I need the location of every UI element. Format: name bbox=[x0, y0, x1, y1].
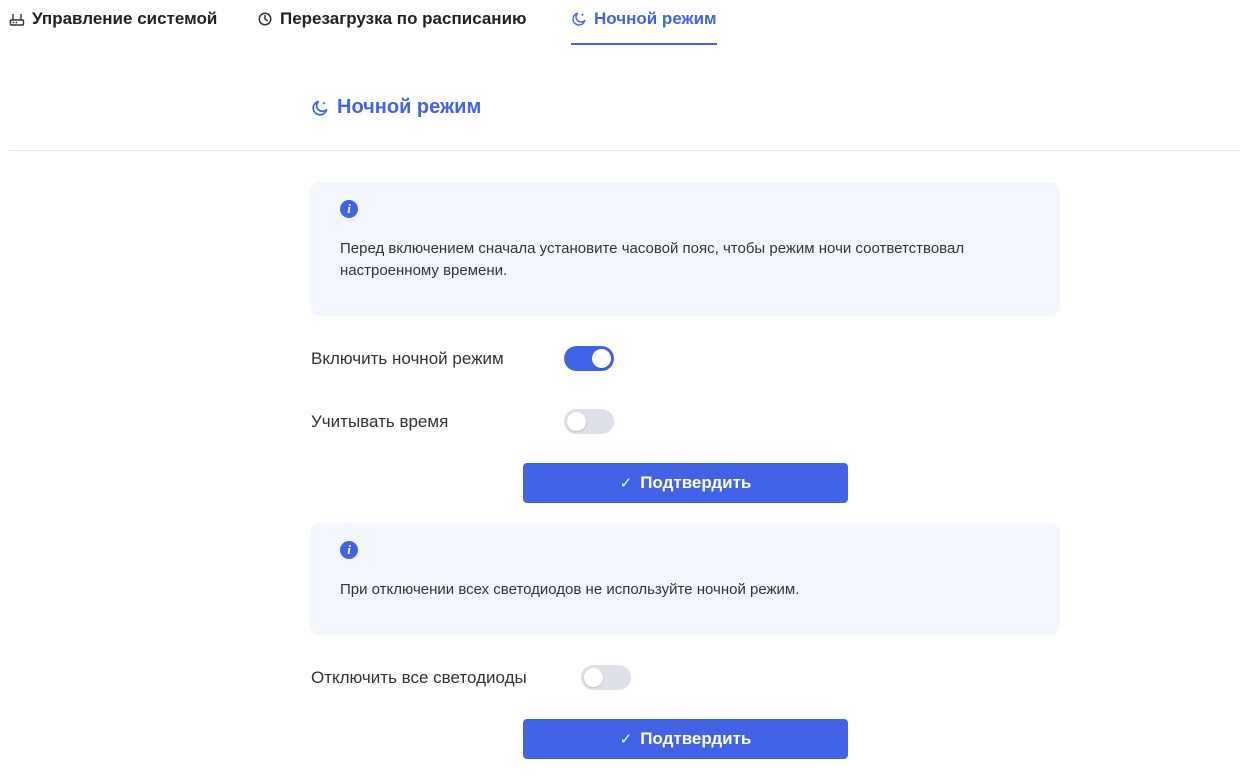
timezone-info-box: i Перед включением сначала установите ча… bbox=[310, 182, 1060, 316]
toggle-knob bbox=[567, 412, 586, 431]
toggle-knob bbox=[592, 349, 611, 368]
tab-label: Ночной режим bbox=[594, 9, 717, 28]
night-mode-row: Включить ночной режим bbox=[311, 346, 614, 371]
info-text: При отключении всех светодиодов не испол… bbox=[340, 581, 800, 598]
info-text: Перед включением сначала установите часо… bbox=[340, 240, 965, 279]
tab-scheduled-reboot[interactable]: Перезагрузка по расписанию bbox=[257, 9, 527, 45]
tab-label: Перезагрузка по расписанию bbox=[280, 9, 527, 28]
router-icon bbox=[9, 14, 25, 26]
info-icon: i bbox=[340, 541, 358, 559]
moon-icon bbox=[572, 12, 586, 26]
tab-bar: Управление системой Перезагрузка по расп… bbox=[9, 0, 1240, 46]
divider bbox=[9, 150, 1240, 151]
confirm-leds-button[interactable]: ✓ Подтвердить bbox=[523, 719, 848, 759]
confirm-label: Подтвердить bbox=[640, 473, 752, 492]
tab-label: Управление системой bbox=[32, 9, 218, 28]
tab-system-management[interactable]: Управление системой bbox=[9, 9, 217, 45]
clock-icon bbox=[258, 12, 272, 26]
consider-time-toggle[interactable] bbox=[564, 409, 614, 434]
confirm-label: Подтвердить bbox=[640, 729, 752, 748]
consider-time-row: Учитывать время bbox=[311, 409, 614, 434]
info-icon: i bbox=[340, 200, 358, 218]
check-icon: ✓ bbox=[619, 731, 633, 748]
night-mode-page: Управление системой Перезагрузка по расп… bbox=[0, 0, 1240, 780]
confirm-night-mode-button[interactable]: ✓ Подтвердить bbox=[523, 463, 848, 503]
check-icon: ✓ bbox=[619, 475, 633, 492]
night-mode-label: Включить ночной режим bbox=[311, 348, 504, 368]
section-title: Ночной режим bbox=[337, 96, 482, 118]
disable-leds-row: Отключить все светодиоды bbox=[311, 665, 631, 690]
consider-time-label: Учитывать время bbox=[311, 411, 449, 431]
night-mode-toggle[interactable] bbox=[564, 346, 614, 371]
disable-leds-label: Отключить все светодиоды bbox=[311, 667, 527, 687]
section-header: Ночной режим bbox=[311, 96, 481, 119]
leds-info-box: i При отключении всех светодиодов не исп… bbox=[310, 523, 1060, 635]
disable-leds-toggle[interactable] bbox=[581, 665, 631, 690]
tab-night-mode[interactable]: Ночной режим bbox=[571, 9, 717, 45]
moon-icon bbox=[312, 100, 328, 116]
toggle-knob bbox=[584, 668, 603, 687]
